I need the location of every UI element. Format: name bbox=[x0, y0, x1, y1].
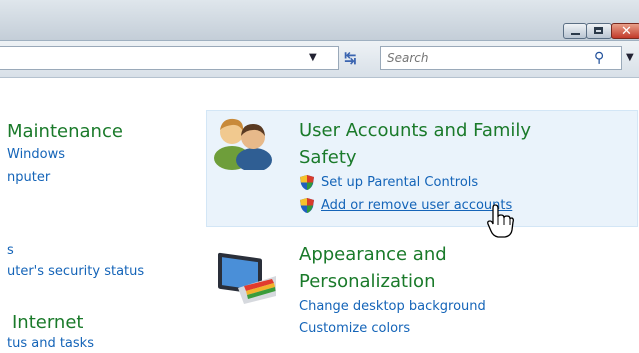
task-link-customize-colors[interactable]: Customize colors bbox=[299, 320, 410, 338]
category-title-user-accounts-line1[interactable]: User Accounts and Family bbox=[299, 119, 531, 143]
category-title-user-accounts-line2[interactable]: Safety bbox=[299, 146, 357, 170]
search-icon[interactable]: ⚲ bbox=[594, 50, 604, 66]
task-link-windows[interactable]: Windows bbox=[7, 146, 65, 164]
uac-shield-icon bbox=[300, 198, 314, 213]
close-button[interactable]: ✕ bbox=[611, 23, 639, 39]
category-title-maintenance[interactable]: Maintenance bbox=[7, 120, 123, 144]
address-dropdown-icon[interactable]: ▼ bbox=[309, 52, 317, 63]
refresh-icon[interactable]: ↹ bbox=[344, 49, 357, 67]
users-icon[interactable] bbox=[212, 112, 274, 170]
close-icon: ✕ bbox=[621, 24, 632, 39]
task-link-add-remove-accounts[interactable]: Add or remove user accounts bbox=[321, 197, 512, 215]
task-link-computer[interactable]: nputer bbox=[7, 169, 50, 187]
task-link-security-status[interactable]: uter's security status bbox=[7, 263, 144, 281]
minimize-icon bbox=[571, 33, 580, 35]
navigation-bar: ▼ ↹ ⚲ ▼ bbox=[0, 41, 639, 78]
uac-shield-icon bbox=[300, 175, 314, 190]
category-title-appearance-line1[interactable]: Appearance and bbox=[299, 243, 447, 267]
task-link-parental-controls[interactable]: Set up Parental Controls bbox=[321, 174, 478, 192]
search-dropdown-icon[interactable]: ▼ bbox=[626, 52, 634, 63]
category-title-appearance-line2[interactable]: Personalization bbox=[299, 270, 435, 294]
window-titlebar: ✕ bbox=[0, 0, 639, 41]
category-title-internet[interactable]: Internet bbox=[12, 311, 83, 335]
hand-pointer-icon bbox=[487, 204, 514, 238]
minimize-button[interactable] bbox=[563, 23, 587, 39]
search-input[interactable] bbox=[387, 50, 577, 66]
search-box[interactable] bbox=[380, 46, 622, 70]
maximize-button[interactable] bbox=[586, 23, 612, 39]
task-link-internet-status[interactable]: tus and tasks bbox=[7, 335, 94, 353]
display-palette-icon[interactable] bbox=[214, 246, 280, 306]
address-field[interactable] bbox=[0, 46, 339, 70]
control-panel-content: Maintenance Windows nputer s uter's secu… bbox=[0, 78, 639, 351]
maximize-icon bbox=[594, 27, 603, 34]
task-link-security[interactable]: s bbox=[7, 242, 14, 260]
task-link-change-background[interactable]: Change desktop background bbox=[299, 298, 486, 316]
